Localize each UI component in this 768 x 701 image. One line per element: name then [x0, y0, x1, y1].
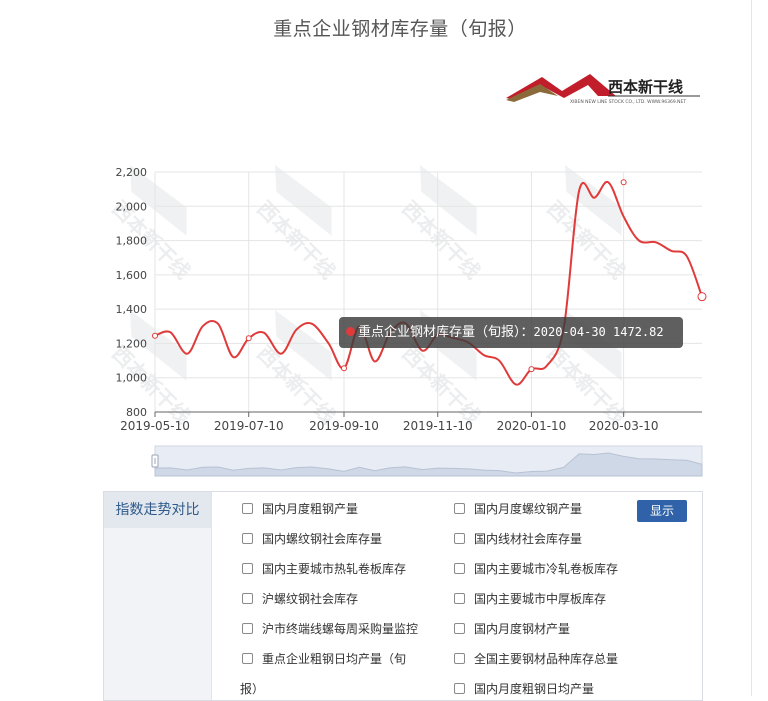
show-button[interactable]: 显示 [637, 500, 687, 522]
y-tick-label: 1,400 [116, 303, 148, 316]
option-label-13: 国内月度粗钢日均产量 [474, 682, 595, 696]
data-point-marker [152, 332, 158, 339]
option-checkbox-8[interactable] [454, 593, 465, 604]
option-checkbox-9[interactable] [242, 623, 253, 634]
tooltip-separator: ： [520, 325, 534, 340]
y-tick-label: 1,000 [116, 372, 148, 385]
option-checkbox-7[interactable] [242, 593, 253, 604]
tooltip-gap [606, 325, 613, 339]
option-label-5: 国内主要城市热轧卷板库存 [262, 562, 407, 576]
option-label-10: 国内月度钢材产量 [474, 622, 571, 636]
option-checkbox-13[interactable] [454, 683, 465, 694]
tooltip-value: 1472.82 [613, 325, 664, 339]
option-label-6: 国内主要城市冷轧卷板库存 [474, 562, 619, 576]
tooltip-series-dot [346, 327, 355, 336]
chart-tooltip: 重点企业钢材库存量（旬报）：2020-04-30 1472.82 [339, 317, 683, 348]
tooltip-series-name: 重点企业钢材库存量（旬报） [358, 325, 521, 340]
y-tick-label: 1,800 [116, 235, 148, 248]
watermark-0-1: 西本新干线 [107, 310, 195, 429]
option-checkbox-1[interactable] [242, 503, 253, 514]
option-checkbox-2[interactable] [454, 503, 465, 514]
tooltip-date: 2020-04-30 [533, 325, 606, 339]
data-point-marker [245, 335, 252, 342]
x-tick-label: 2019-11-10 [403, 419, 473, 433]
option-label-9: 沪市终端线螺每周采购量监控 [262, 622, 419, 636]
option-checkbox-3[interactable] [242, 533, 253, 544]
option-label-11: 重点企业粗钢日均产量（旬 [262, 652, 407, 666]
option-label-12: 全国主要钢材品种库存总量 [474, 652, 619, 666]
y-tick-label: 2,000 [116, 200, 148, 213]
data-point-marker [340, 365, 347, 372]
option-label-11-continued: 报） [240, 682, 265, 696]
option-checkbox-12[interactable] [454, 653, 465, 664]
option-checkbox-6[interactable] [454, 563, 465, 574]
line-chart: 西本新干线西本新干线西本新干线西本新干线西本新干线西本新干线西本新干线西本新干线… [107, 165, 707, 477]
option-checkbox-10[interactable] [454, 623, 465, 634]
watermark-0-0: 西本新干线 [107, 165, 195, 284]
x-tick-label: 2020-03-10 [589, 419, 659, 433]
option-checkbox-4[interactable] [454, 533, 465, 544]
option-label-4: 国内线材社会库存量 [474, 532, 583, 546]
x-tick-label: 2019-09-10 [309, 419, 379, 433]
compare-panel-header: 指数走势对比 [104, 492, 211, 528]
watermark-2-0: 西本新干线 [397, 165, 485, 284]
option-checkbox-5[interactable] [242, 563, 253, 574]
data-point-marker [620, 179, 627, 186]
y-tick-label: 1,600 [116, 269, 148, 282]
x-tick-label: 2020-01-10 [497, 419, 567, 433]
option-label-7: 沪螺纹钢社会库存 [262, 592, 359, 606]
watermark-1-0: 西本新干线 [252, 165, 340, 284]
watermark-3-0: 西本新干线 [542, 165, 630, 284]
data-point-marker [528, 366, 535, 373]
option-label-8: 国内主要城市中厚板库存 [474, 592, 607, 606]
x-tick-label: 2019-07-10 [214, 419, 284, 433]
y-tick-label: 1,200 [116, 337, 148, 350]
option-label-1: 国内月度粗钢产量 [262, 502, 359, 516]
option-label-3: 国内螺纹钢社会库存量 [262, 532, 383, 546]
option-label-2: 国内月度螺纹钢产量 [474, 502, 583, 516]
data-point-marker [697, 292, 707, 302]
y-tick-label: 800 [126, 406, 147, 419]
y-tick-label: 2,200 [116, 166, 148, 179]
option-checkbox-11[interactable] [242, 653, 253, 664]
x-tick-label: 2019-05-10 [120, 419, 190, 433]
compare-panel: 指数走势对比 [103, 491, 703, 701]
